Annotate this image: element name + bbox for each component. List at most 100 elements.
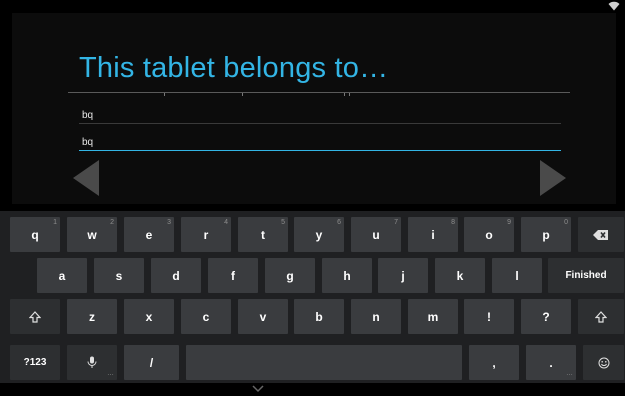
key-label: q	[31, 227, 39, 242]
key-u[interactable]: u7	[351, 217, 401, 252]
spacebar[interactable]	[186, 345, 462, 380]
shift-icon	[595, 310, 607, 323]
more-options-hint: …	[566, 370, 573, 377]
key-label: k	[456, 268, 464, 283]
divider-tick	[164, 93, 165, 96]
navigation-bar	[0, 383, 625, 396]
symbols-key[interactable]: ?123	[10, 345, 60, 380]
backspace-key[interactable]	[578, 217, 624, 252]
finished-key[interactable]: Finished	[548, 258, 624, 293]
emoji-key[interactable]	[583, 345, 624, 380]
key-g[interactable]: g	[265, 258, 315, 293]
shift-key-right[interactable]	[578, 299, 624, 334]
key-slash[interactable]: /	[124, 345, 179, 380]
key-z[interactable]: z	[67, 299, 117, 334]
key-exclamation[interactable]: !	[464, 299, 514, 334]
key-h[interactable]: h	[322, 258, 372, 293]
key-d[interactable]: d	[151, 258, 201, 293]
key-j[interactable]: j	[378, 258, 428, 293]
key-o[interactable]: o9	[464, 217, 514, 252]
key-label: z	[89, 309, 95, 324]
shift-icon	[29, 310, 41, 323]
key-label: p	[542, 227, 550, 242]
key-label: .	[549, 355, 553, 370]
symbols-label: ?123	[23, 357, 47, 368]
key-label: w	[87, 227, 97, 242]
key-label: o	[485, 227, 493, 242]
key-q[interactable]: q1	[10, 217, 60, 252]
wifi-icon	[608, 1, 620, 11]
key-label: t	[261, 227, 265, 242]
key-x[interactable]: x	[124, 299, 174, 334]
key-label: i	[431, 227, 435, 242]
key-hint: 0	[564, 219, 568, 226]
microphone-icon	[87, 356, 97, 368]
key-s[interactable]: s	[94, 258, 144, 293]
first-name-value: bq	[82, 110, 94, 121]
key-l[interactable]: l	[492, 258, 542, 293]
key-label: /	[149, 355, 154, 370]
key-i[interactable]: i8	[408, 217, 458, 252]
on-screen-keyboard: q1 w2 e3 r4 t5 y6 u7 i8 o9 p0 a s d f g …	[0, 211, 625, 396]
key-label: y	[315, 227, 323, 242]
key-label: u	[372, 227, 380, 242]
key-a[interactable]: a	[37, 258, 87, 293]
divider-tick	[349, 93, 350, 96]
next-arrow-icon[interactable]	[540, 160, 566, 196]
key-f[interactable]: f	[208, 258, 258, 293]
finished-label: Finished	[565, 270, 607, 281]
key-hint: 6	[337, 219, 341, 226]
key-label: c	[202, 309, 210, 324]
key-hint: 7	[394, 219, 398, 226]
key-w[interactable]: w2	[67, 217, 117, 252]
key-b[interactable]: b	[294, 299, 344, 334]
backspace-icon	[593, 229, 608, 240]
key-v[interactable]: v	[238, 299, 288, 334]
key-t[interactable]: t5	[238, 217, 288, 252]
back-arrow-icon[interactable]	[73, 160, 99, 196]
key-label: n	[372, 309, 380, 324]
key-n[interactable]: n	[351, 299, 401, 334]
key-label: s	[115, 268, 123, 283]
key-label: j	[401, 268, 405, 283]
key-label: r	[203, 227, 209, 242]
key-question[interactable]: ?	[521, 299, 571, 334]
key-p[interactable]: p0	[521, 217, 571, 252]
key-comma[interactable]: ,	[469, 345, 519, 380]
shift-key-left[interactable]	[10, 299, 60, 334]
key-label: h	[343, 268, 351, 283]
key-hint: 5	[281, 219, 285, 226]
page-title: This tablet belongs to…	[79, 52, 389, 84]
screen: This tablet belongs to… bq bq q1 w2 e3 r…	[0, 0, 625, 396]
first-name-field[interactable]: bq	[79, 109, 561, 124]
key-period[interactable]: . …	[526, 345, 576, 380]
key-m[interactable]: m	[408, 299, 458, 334]
key-hint: 8	[451, 219, 455, 226]
key-label: g	[286, 268, 294, 283]
key-y[interactable]: y6	[294, 217, 344, 252]
divider-tick	[242, 93, 243, 96]
key-label: e	[145, 227, 153, 242]
key-c[interactable]: c	[181, 299, 231, 334]
key-k[interactable]: k	[435, 258, 485, 293]
key-label: v	[259, 309, 267, 324]
key-label: d	[172, 268, 180, 283]
key-label: b	[315, 309, 323, 324]
voice-input-key[interactable]: …	[67, 345, 117, 380]
key-hint: 2	[110, 219, 114, 226]
hide-keyboard-chevron-icon[interactable]	[252, 385, 264, 393]
key-hint: 4	[224, 219, 228, 226]
key-e[interactable]: e3	[124, 217, 174, 252]
key-r[interactable]: r4	[181, 217, 231, 252]
divider-tick	[344, 93, 345, 96]
last-name-field[interactable]: bq	[79, 136, 561, 151]
key-label: x	[145, 309, 153, 324]
key-hint: 1	[53, 219, 57, 226]
key-label: a	[58, 268, 66, 283]
status-bar	[0, 0, 625, 13]
key-label: m	[427, 309, 439, 324]
key-label: ?	[542, 309, 550, 324]
key-label: !	[487, 309, 491, 324]
key-hint: 9	[507, 219, 511, 226]
last-name-value: bq	[82, 137, 94, 148]
